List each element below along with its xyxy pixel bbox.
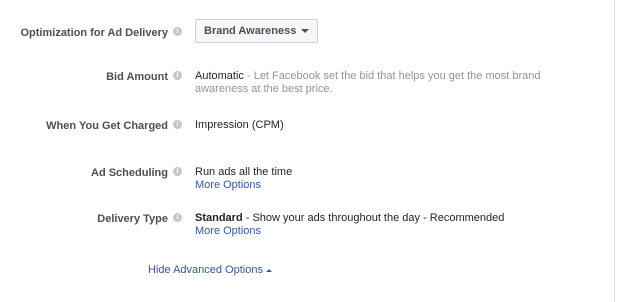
delivery-type-label: Delivery Type [97,213,168,225]
bid-amount-description-line2: awareness at the best price. [195,83,333,95]
panel-divider [614,0,615,302]
optimization-label: Optimization for Ad Delivery [20,27,168,39]
bid-amount-label: Bid Amount [106,71,168,83]
info-icon[interactable]: i [173,213,182,222]
bid-amount-description-line1: - Let Facebook set the bid that helps yo… [243,70,541,82]
charged-value: Impression (CPM) [195,119,284,131]
bid-amount-value: Automatic - Let Facebook set the bid tha… [195,70,575,96]
scheduling-value: Run ads all the time More Options [195,166,575,192]
optimization-dropdown[interactable]: Brand Awareness [195,19,319,43]
delivery-type-description: - Show your ads throughout the day - Rec… [242,212,505,224]
chevron-down-icon [301,29,310,34]
delivery-type-value: Standard - Show your ads throughout the … [195,212,575,238]
delivery-type-more-options-link[interactable]: More Options [195,225,261,237]
info-icon[interactable]: i [173,120,182,129]
ad-delivery-settings-panel: Optimization for Ad Delivery i Brand Awa… [0,0,615,302]
optimization-dropdown-value: Brand Awareness [204,25,297,37]
scheduling-more-options-link[interactable]: More Options [195,179,261,191]
bid-amount-strategy: Automatic [195,70,244,82]
scheduling-value-text: Run ads all the time [195,166,293,178]
hide-advanced-options-link[interactable]: Hide Advanced Options [148,264,272,276]
info-icon[interactable]: i [173,27,182,36]
scheduling-label: Ad Scheduling [91,167,168,179]
chevron-up-icon [265,268,272,272]
info-icon[interactable]: i [173,71,182,80]
delivery-type-strong: Standard [195,212,243,224]
info-icon[interactable]: i [173,167,182,176]
hide-advanced-options-label: Hide Advanced Options [148,264,263,276]
charged-label: When You Get Charged [46,120,168,132]
